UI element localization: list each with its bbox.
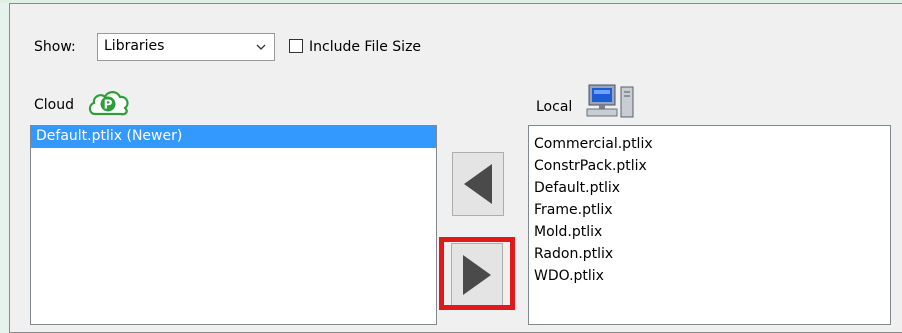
cloud-list-item[interactable]: Default.ptlix (Newer) bbox=[31, 126, 436, 148]
local-label: Local bbox=[536, 99, 573, 115]
include-file-size-label[interactable]: Include File Size bbox=[309, 39, 421, 55]
show-label: Show: bbox=[34, 39, 76, 55]
cloud-p-icon: P bbox=[88, 91, 129, 116]
local-list-item[interactable]: Mold.ptlix bbox=[529, 222, 890, 244]
local-listbox[interactable]: Commercial.ptlix ConstrPack.ptlix Defaul… bbox=[528, 125, 891, 325]
arrow-left-icon bbox=[464, 164, 492, 204]
show-select-value: Libraries bbox=[104, 38, 165, 54]
include-file-size-checkbox[interactable] bbox=[289, 39, 303, 53]
local-list-item[interactable]: ConstrPack.ptlix bbox=[529, 156, 890, 178]
svg-text:P: P bbox=[104, 98, 113, 112]
chevron-down-icon bbox=[256, 44, 266, 50]
local-list-item[interactable]: Commercial.ptlix bbox=[529, 134, 890, 156]
local-list-item[interactable]: Frame.ptlix bbox=[529, 200, 890, 222]
cloud-listbox[interactable]: Default.ptlix (Newer) bbox=[30, 125, 437, 325]
upload-button-highlight bbox=[439, 237, 515, 310]
computer-icon bbox=[586, 84, 634, 118]
local-list-item[interactable]: Radon.ptlix bbox=[529, 244, 890, 266]
cloud-label: Cloud bbox=[34, 97, 74, 113]
local-list-item[interactable]: Default.ptlix bbox=[529, 178, 890, 200]
show-select[interactable]: Libraries bbox=[97, 33, 275, 61]
download-to-local-button[interactable] bbox=[452, 152, 504, 216]
local-list-item[interactable]: WDO.ptlix bbox=[529, 266, 890, 288]
